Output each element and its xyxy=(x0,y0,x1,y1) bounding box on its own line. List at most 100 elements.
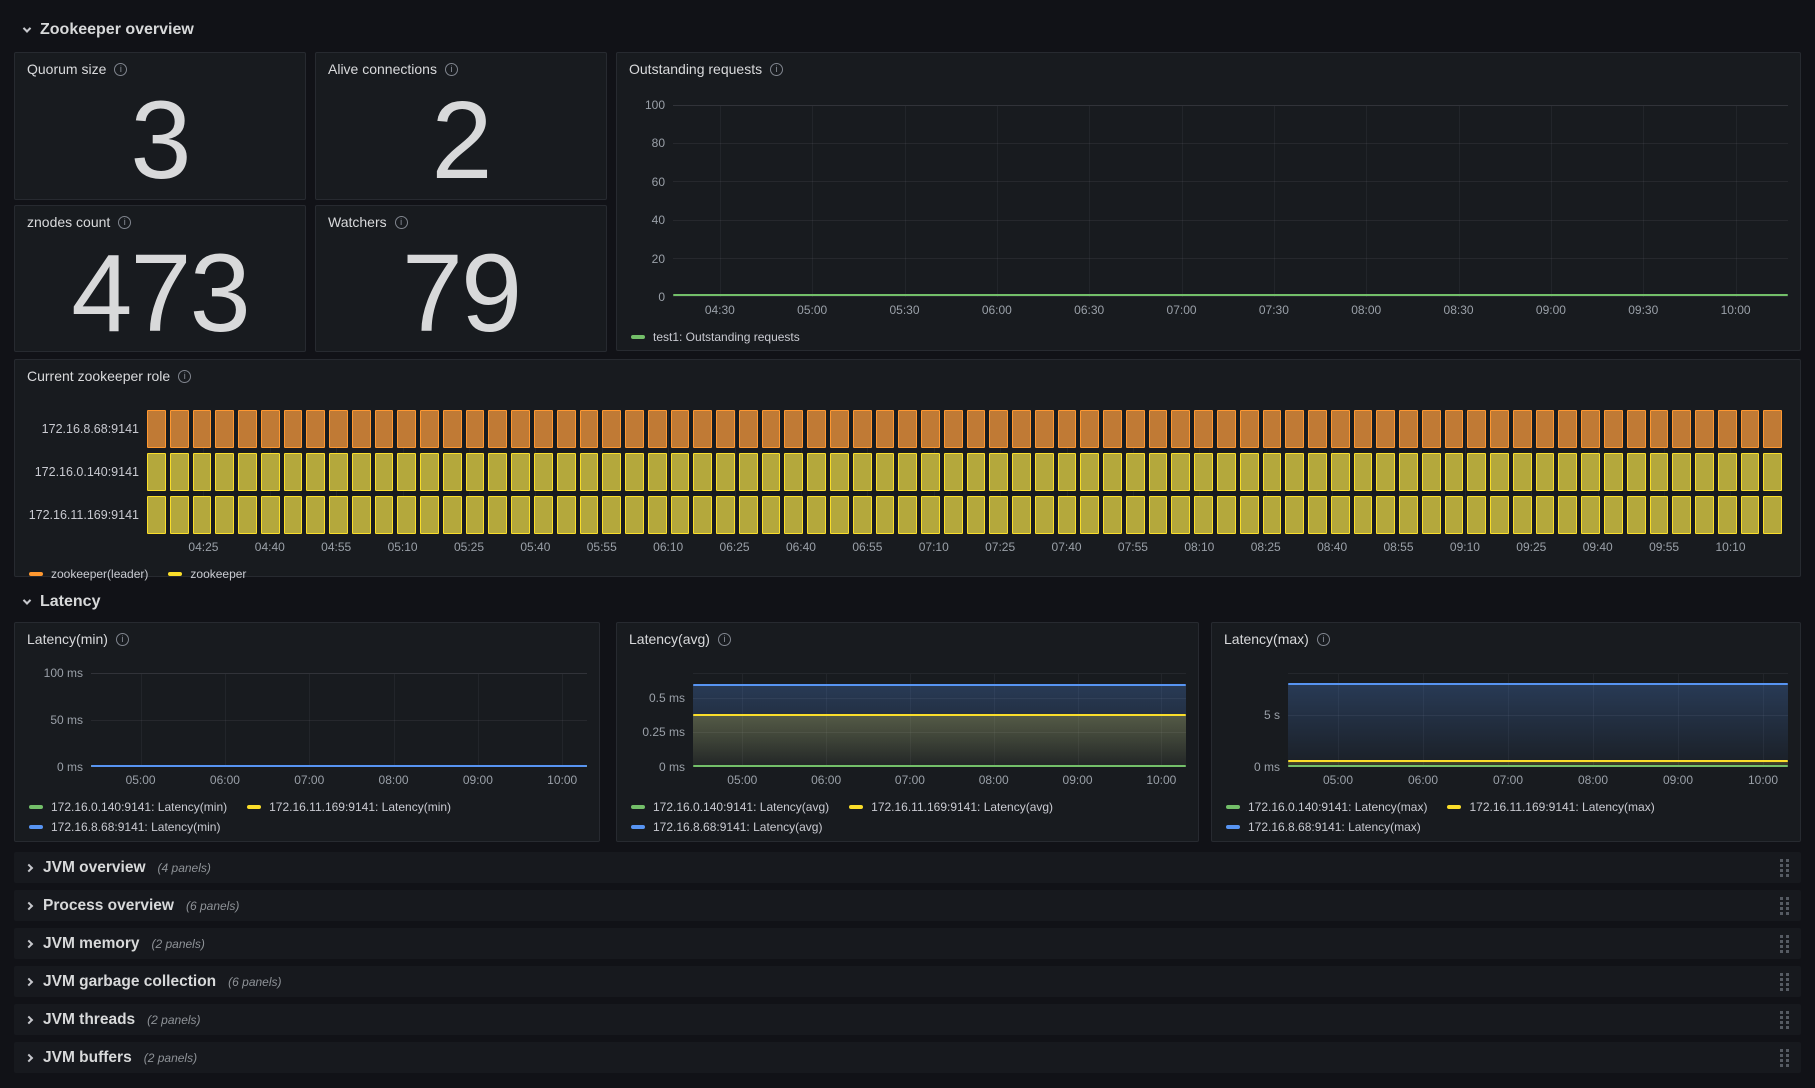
state-bar[interactable] xyxy=(192,453,212,491)
state-bar[interactable] xyxy=(1717,410,1737,448)
state-bar[interactable] xyxy=(1421,453,1441,491)
state-bar[interactable] xyxy=(306,410,326,448)
legend-item[interactable]: 172.16.11.169:9141: Latency(avg) xyxy=(849,800,1053,814)
state-bar[interactable] xyxy=(260,453,280,491)
info-icon[interactable]: i xyxy=(1316,632,1330,646)
state-bar[interactable] xyxy=(1125,453,1145,491)
state-bar[interactable] xyxy=(488,496,508,534)
state-bar[interactable] xyxy=(1239,453,1259,491)
state-bar[interactable] xyxy=(1262,496,1282,534)
section-row-latency[interactable]: Latency xyxy=(22,591,100,613)
dashboard-row-jvm-garbage-collection[interactable]: JVM garbage collection (6 panels) xyxy=(14,966,1801,997)
state-bar[interactable] xyxy=(351,410,371,448)
legend-item[interactable]: 172.16.0.140:9141: Latency(max) xyxy=(1226,800,1427,814)
state-bar[interactable] xyxy=(898,410,918,448)
state-bar[interactable] xyxy=(1535,453,1555,491)
state-bar[interactable] xyxy=(1308,410,1327,448)
state-bar[interactable] xyxy=(1558,496,1578,534)
state-bar[interactable] xyxy=(670,496,690,534)
state-bar[interactable] xyxy=(511,410,531,448)
state-bar[interactable] xyxy=(1080,496,1100,534)
state-bar[interactable] xyxy=(169,410,189,448)
state-bar[interactable] xyxy=(716,496,735,534)
state-bar[interactable] xyxy=(1216,453,1236,491)
state-bar[interactable] xyxy=(1239,410,1259,448)
state-bar[interactable] xyxy=(351,496,371,534)
state-bar[interactable] xyxy=(534,496,553,534)
state-bar[interactable] xyxy=(1581,453,1600,491)
state-bar[interactable] xyxy=(989,410,1009,448)
state-bar[interactable] xyxy=(1399,496,1418,534)
state-bar[interactable] xyxy=(1330,496,1350,534)
state-bar[interactable] xyxy=(1080,453,1100,491)
state-bar[interactable] xyxy=(1057,410,1077,448)
state-bar[interactable] xyxy=(556,453,576,491)
state-bar[interactable] xyxy=(238,496,257,534)
state-bar[interactable] xyxy=(579,410,599,448)
state-bar[interactable] xyxy=(693,410,713,448)
series-line[interactable] xyxy=(1288,759,1788,762)
state-bar[interactable] xyxy=(1695,453,1714,491)
state-bar[interactable] xyxy=(1148,453,1168,491)
state-bar[interactable] xyxy=(1239,496,1259,534)
drag-handle-icon[interactable] xyxy=(1780,934,1789,953)
state-bar[interactable] xyxy=(215,410,235,448)
state-bar[interactable] xyxy=(579,496,599,534)
state-bar[interactable] xyxy=(1581,496,1600,534)
state-bar[interactable] xyxy=(1034,410,1054,448)
state-bar[interactable] xyxy=(784,496,804,534)
state-bar[interactable] xyxy=(943,453,963,491)
state-bar[interactable] xyxy=(716,453,735,491)
drag-handle-icon[interactable] xyxy=(1780,896,1789,915)
state-bar[interactable] xyxy=(875,453,895,491)
info-icon[interactable]: i xyxy=(114,62,128,76)
state-bar[interactable] xyxy=(283,410,303,448)
state-bar[interactable] xyxy=(943,496,963,534)
state-bar[interactable] xyxy=(1581,410,1600,448)
state-bar[interactable] xyxy=(829,453,849,491)
state-bar[interactable] xyxy=(1308,453,1327,491)
state-bar[interactable] xyxy=(169,453,189,491)
state-bar[interactable] xyxy=(169,496,189,534)
state-bar[interactable] xyxy=(1285,453,1305,491)
legend-item[interactable]: zookeeper(leader) xyxy=(29,567,148,581)
state-bar[interactable] xyxy=(670,410,690,448)
legend-item[interactable]: 172.16.11.169:9141: Latency(min) xyxy=(247,800,451,814)
state-bar[interactable] xyxy=(1490,496,1509,534)
state-bar[interactable] xyxy=(1262,410,1282,448)
state-bar[interactable] xyxy=(1535,410,1555,448)
legend-item[interactable]: 172.16.8.68:9141: Latency(max) xyxy=(1226,820,1421,834)
state-bar[interactable] xyxy=(625,496,644,534)
state-bar[interactable] xyxy=(738,453,758,491)
state-bar[interactable] xyxy=(1763,453,1783,491)
state-bar[interactable] xyxy=(602,410,622,448)
panel-header-latency-min[interactable]: Latency(min) i xyxy=(27,623,587,655)
state-bar[interactable] xyxy=(329,453,348,491)
info-icon[interactable]: i xyxy=(178,369,192,383)
state-bar[interactable] xyxy=(989,496,1009,534)
state-bar[interactable] xyxy=(898,496,918,534)
state-bar[interactable] xyxy=(1717,496,1737,534)
state-bar[interactable] xyxy=(215,496,235,534)
state-bar[interactable] xyxy=(1103,410,1122,448)
state-bar[interactable] xyxy=(1057,453,1077,491)
state-bar[interactable] xyxy=(807,453,826,491)
state-bar[interactable] xyxy=(1740,496,1760,534)
state-bar[interactable] xyxy=(989,453,1009,491)
drag-handle-icon[interactable] xyxy=(1780,858,1789,877)
legend-item[interactable]: 172.16.11.169:9141: Latency(max) xyxy=(1447,800,1655,814)
state-bar[interactable] xyxy=(1148,496,1168,534)
legend-item[interactable]: 172.16.0.140:9141: Latency(avg) xyxy=(631,800,829,814)
section-row-zookeeper-overview[interactable]: Zookeeper overview xyxy=(22,19,194,41)
state-bar[interactable] xyxy=(306,496,326,534)
series-line[interactable] xyxy=(1288,682,1788,685)
state-bar[interactable] xyxy=(966,453,986,491)
state-bar[interactable] xyxy=(1399,410,1418,448)
state-bar[interactable] xyxy=(1399,453,1418,491)
state-bar[interactable] xyxy=(1148,410,1168,448)
state-bar[interactable] xyxy=(1535,496,1555,534)
state-bar[interactable] xyxy=(693,496,713,534)
state-bar[interactable] xyxy=(374,410,394,448)
state-bar[interactable] xyxy=(1330,410,1350,448)
state-bar[interactable] xyxy=(1171,410,1191,448)
